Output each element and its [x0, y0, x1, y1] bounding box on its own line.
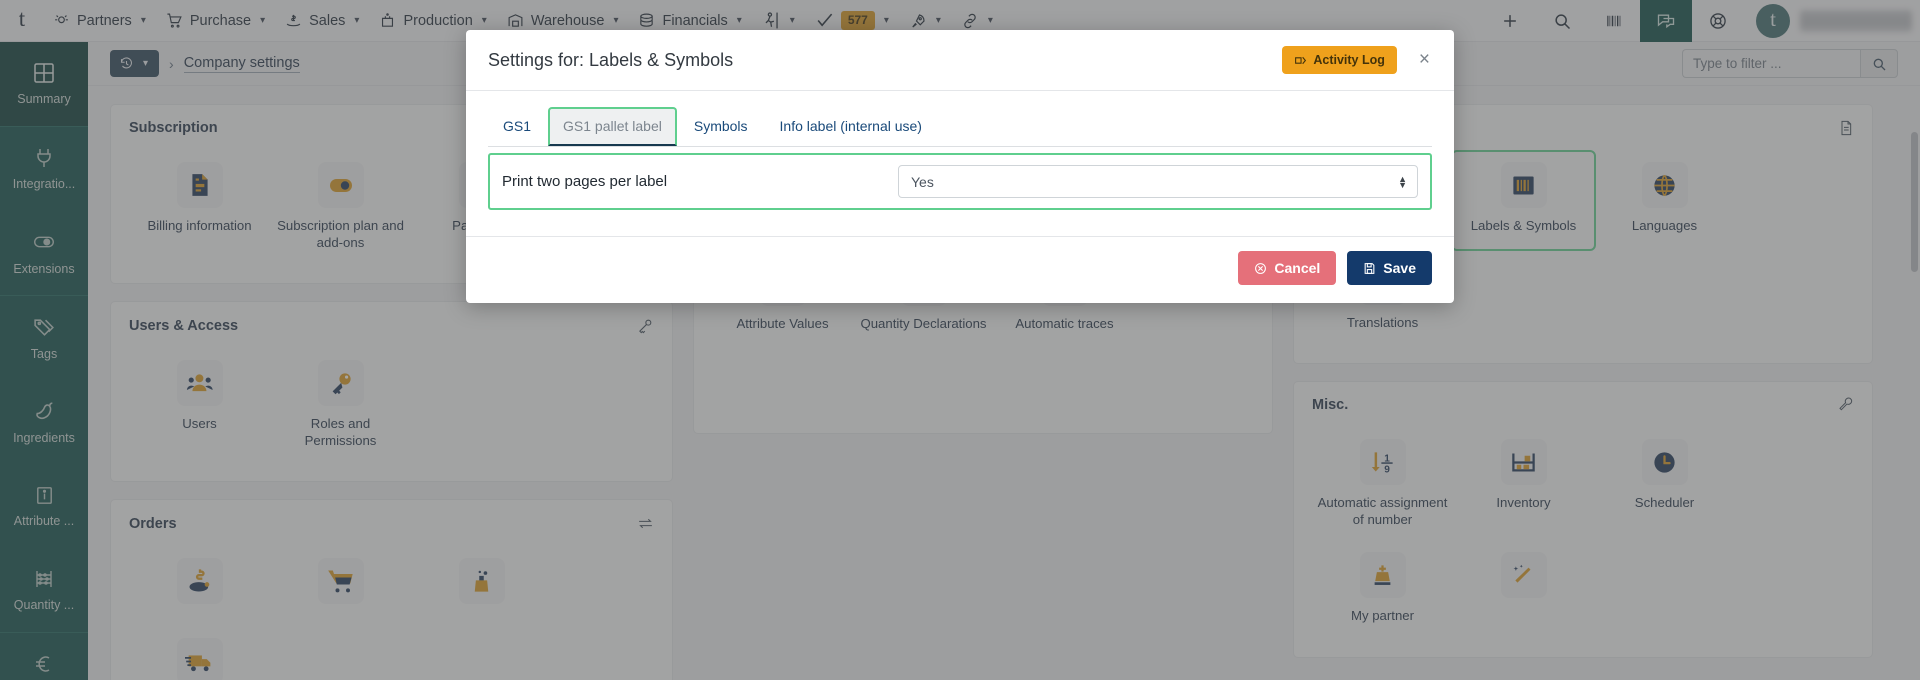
activity-log-icon	[1294, 54, 1307, 67]
modal-tabs: GS1 GS1 pallet label Symbols Info label …	[488, 107, 1432, 147]
close-icon[interactable]: ×	[1409, 49, 1434, 71]
cancel-circle-icon	[1254, 262, 1267, 275]
tab-gs1-pallet-label[interactable]: GS1 pallet label	[548, 107, 677, 146]
modal-header: Settings for: Labels & Symbols Activity …	[466, 30, 1454, 91]
tab-gs1[interactable]: GS1	[488, 107, 546, 146]
save-label: Save	[1383, 260, 1416, 276]
app-root: t Partners ▾ Purchase ▾ Sales ▾ Producti…	[0, 0, 1920, 680]
tab-symbols[interactable]: Symbols	[679, 107, 763, 146]
activity-log-button[interactable]: Activity Log	[1282, 46, 1397, 74]
select-value: Yes	[911, 174, 934, 190]
save-disk-icon	[1363, 262, 1376, 275]
cancel-button[interactable]: Cancel	[1238, 251, 1336, 285]
modal-body: GS1 GS1 pallet label Symbols Info label …	[466, 91, 1454, 210]
form-row-print-two-pages: Print two pages per label Yes ▲▼	[488, 153, 1432, 210]
modal-title: Settings for: Labels & Symbols	[488, 50, 1270, 71]
tab-info-label[interactable]: Info label (internal use)	[765, 107, 937, 146]
field-control: Yes ▲▼	[898, 165, 1418, 198]
cancel-label: Cancel	[1274, 260, 1320, 276]
save-button[interactable]: Save	[1347, 251, 1432, 285]
settings-modal: Settings for: Labels & Symbols Activity …	[466, 30, 1454, 303]
stepper-arrows-icon[interactable]: ▲▼	[1398, 176, 1407, 188]
modal-footer: Cancel Save	[466, 236, 1454, 303]
field-label: Print two pages per label	[502, 173, 882, 190]
activity-log-label: Activity Log	[1313, 53, 1385, 67]
print-two-pages-select[interactable]: Yes	[898, 165, 1418, 198]
